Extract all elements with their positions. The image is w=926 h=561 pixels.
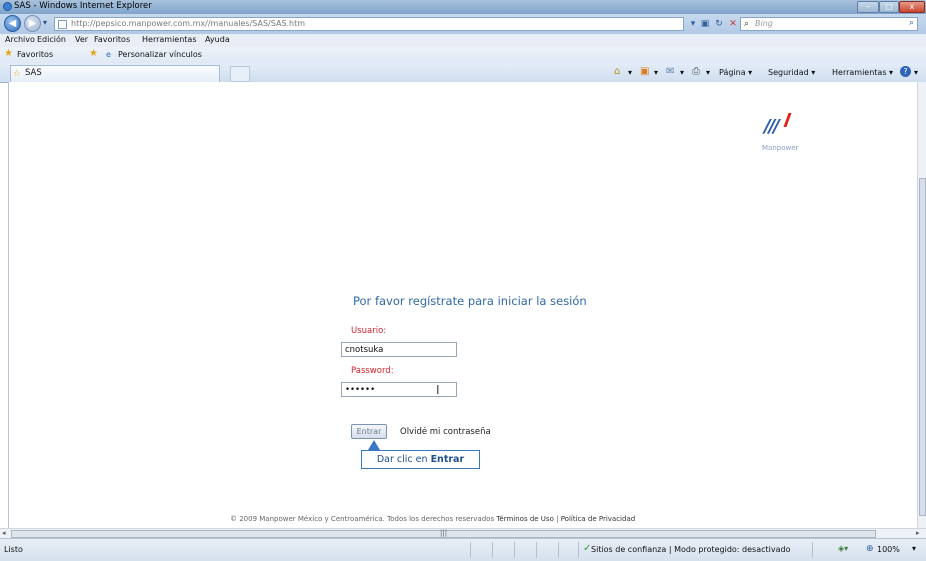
print-icon[interactable]: ⎙ <box>692 66 700 77</box>
mail-dropdown-icon[interactable]: ▾ <box>680 68 684 77</box>
refresh-icon[interactable]: ↻ <box>712 17 726 31</box>
minimize-button[interactable]: – <box>857 1 879 13</box>
stop-icon[interactable]: ✕ <box>726 17 740 31</box>
zoom-level[interactable]: 100% <box>877 545 900 554</box>
forgot-password-link[interactable]: Olvidé mi contraseña <box>400 427 491 437</box>
login-heading: Por favor regístrate para iniciar la ses… <box>353 294 587 308</box>
safety-menu[interactable]: Seguridad ▾ <box>768 68 815 77</box>
entrar-button[interactable]: Entrar <box>351 424 387 439</box>
tab-bar: ☆ SAS ⌂ ▾ ▣ ▾ ✉ ▾ ⎙ ▾ Página ▾ Seguridad… <box>0 63 926 83</box>
menu-herramientas[interactable]: Herramientas <box>142 35 197 44</box>
status-divider <box>492 542 493 558</box>
status-bar: Listo ✓ Sitios de confianza | Modo prote… <box>0 538 926 561</box>
vertical-scrollbar[interactable] <box>917 82 926 528</box>
status-divider <box>558 542 559 558</box>
scroll-right-arrow-icon[interactable]: ▸ <box>916 529 920 537</box>
status-divider <box>578 542 579 558</box>
menu-archivo[interactable]: Archivo <box>5 35 35 44</box>
logo-mark: /// <box>764 116 780 137</box>
status-divider <box>470 542 471 558</box>
mail-icon[interactable]: ✉ <box>666 66 674 77</box>
favorites-bar: ★ Favoritos ★ e Personalizar vínculos <box>0 47 926 64</box>
callout-bold-text: Entrar <box>430 454 465 465</box>
feeds-icon[interactable]: ▣ <box>640 66 649 77</box>
tab-label: SAS <box>25 68 42 78</box>
menu-ayuda[interactable]: Ayuda <box>205 35 230 44</box>
home-icon[interactable]: ⌂ <box>614 66 620 77</box>
close-button[interactable]: x <box>899 1 925 13</box>
status-divider <box>514 542 515 558</box>
home-dropdown-icon[interactable]: ▾ <box>628 68 632 77</box>
status-divider <box>536 542 537 558</box>
menu-favoritos[interactable]: Favoritos <box>94 35 130 44</box>
personalize-links[interactable]: Personalizar vínculos <box>118 50 202 59</box>
user-label: Usuario: <box>351 326 387 336</box>
vertical-scroll-thumb[interactable] <box>919 178 926 516</box>
recent-pages-dropdown-icon[interactable]: ▾ <box>43 18 47 27</box>
search-box[interactable]: ⌕ Bing ⌕ <box>740 17 918 31</box>
status-text: Listo <box>4 545 23 554</box>
menu-bar: Archivo Edición Ver Favoritos Herramient… <box>0 34 926 48</box>
feeds-dropdown-icon[interactable]: ▾ <box>654 68 658 77</box>
tab-favicon-icon: ☆ <box>13 69 22 79</box>
status-divider <box>812 542 813 558</box>
print-dropdown-icon[interactable]: ▾ <box>706 68 710 77</box>
footer-copyright: © 2009 Manpower México y Centroamérica. … <box>230 515 495 523</box>
add-favorite-icon[interactable]: ★ <box>89 48 98 59</box>
terms-link[interactable]: Términos de Uso <box>496 515 554 523</box>
window-title-bar: SAS - Windows Internet Explorer – □ x <box>0 0 926 14</box>
zoom-icon: ⊕ <box>866 544 874 554</box>
logo-wordmark: Manpower <box>762 144 799 152</box>
ie-icon <box>3 2 12 11</box>
tab-sas[interactable]: ☆ SAS <box>10 65 220 82</box>
instruction-callout: Dar clic en Entrar <box>361 450 480 469</box>
privacy-link[interactable]: Política de Privacidad <box>561 515 636 523</box>
help-icon[interactable]: ? <box>900 66 911 77</box>
forward-button[interactable]: ▶ <box>24 15 41 32</box>
search-icon: ⌕ <box>744 19 750 29</box>
password-input[interactable]: •••••• <box>341 382 457 397</box>
text-cursor-icon: I <box>436 383 440 397</box>
address-url: http://pepsico.manpower.com.mx//manuales… <box>71 19 306 28</box>
password-label: Password: <box>351 366 394 376</box>
manpower-logo: /// Manpower <box>756 113 816 152</box>
pop-up-blocker-icon[interactable]: ◈▾ <box>838 544 848 553</box>
page-icon <box>58 20 67 29</box>
help-dropdown-icon[interactable]: ▾ <box>914 68 918 77</box>
window-title: SAS - Windows Internet Explorer <box>14 1 152 11</box>
tools-menu[interactable]: Herramientas ▾ <box>832 68 893 77</box>
zoom-dropdown-icon[interactable]: ▾ <box>912 544 916 553</box>
compatibility-icon[interactable]: ▣ <box>698 17 712 31</box>
callout-text: Dar clic en <box>376 454 431 465</box>
address-bar[interactable]: http://pepsico.manpower.com.mx//manuales… <box>54 17 684 31</box>
page-menu[interactable]: Página ▾ <box>719 68 752 77</box>
scroll-grip-icon: ||| <box>440 529 448 537</box>
menu-ver[interactable]: Ver <box>75 35 88 44</box>
back-button[interactable]: ◀ <box>4 15 21 32</box>
new-tab-button[interactable] <box>230 66 250 82</box>
menu-edicion[interactable]: Edición <box>37 35 66 44</box>
security-zone[interactable]: Sitios de confianza | Modo protegido: de… <box>591 545 790 554</box>
ie-page-icon: e <box>106 50 111 59</box>
search-go-icon[interactable]: ⌕ <box>909 18 914 28</box>
maximize-button[interactable]: □ <box>879 1 899 13</box>
user-input[interactable]: cnotsuka <box>341 342 457 357</box>
callout-pointer <box>368 440 380 450</box>
scroll-left-arrow-icon[interactable]: ◂ <box>2 529 6 537</box>
favorites-star-icon: ★ <box>4 48 13 59</box>
search-placeholder: Bing <box>755 19 773 28</box>
address-row: ◀ ▶ ▾ http://pepsico.manpower.com.mx//ma… <box>0 14 926 34</box>
page-footer: © 2009 Manpower México y Centroamérica. … <box>230 515 635 523</box>
footer-separator: | <box>556 515 559 523</box>
favorites-button[interactable]: Favoritos <box>17 50 53 59</box>
logo-red-stroke <box>783 113 792 127</box>
